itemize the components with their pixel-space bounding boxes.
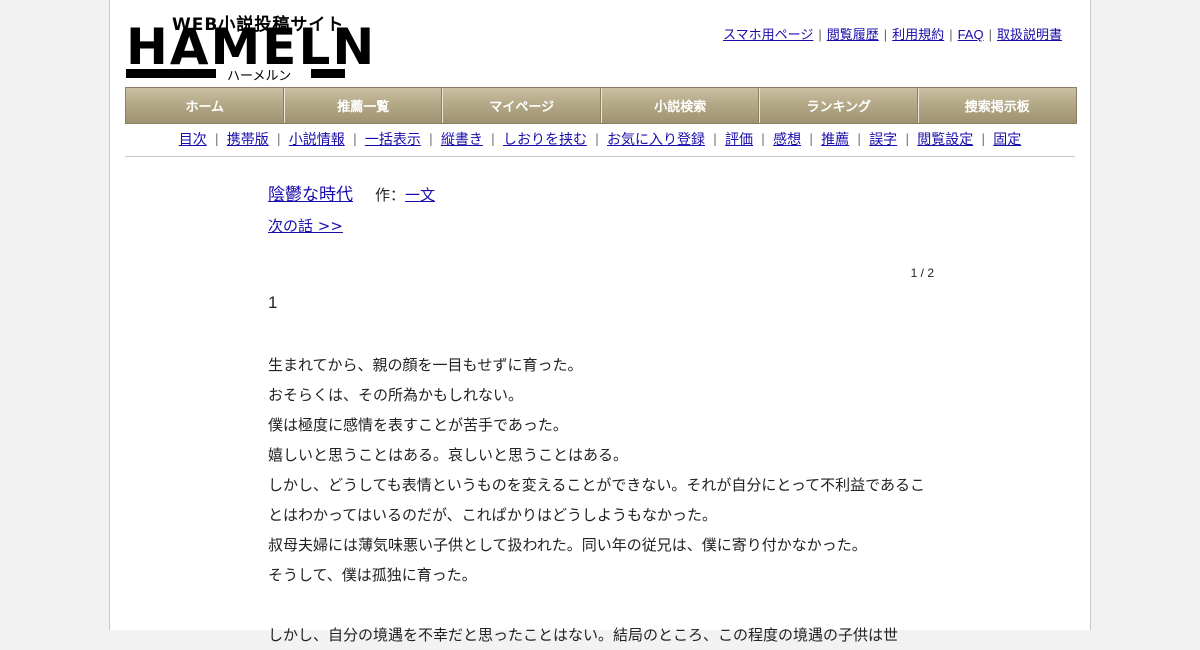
nav-home[interactable]: ホーム: [126, 88, 285, 123]
separator: |: [276, 132, 281, 146]
novel-title[interactable]: 陰鬱な時代: [268, 185, 353, 205]
subnav-fixed[interactable]: 固定: [993, 129, 1021, 149]
body-line: 僕は極度に感情を表すことが苦手であった。: [268, 416, 568, 434]
nav-recommendations[interactable]: 推薦一覧: [285, 88, 443, 123]
next-chapter-link[interactable]: 次の話 >>: [268, 217, 343, 235]
subnav-view-settings[interactable]: 閲覧設定: [917, 129, 973, 149]
subnav-info[interactable]: 小説情報: [289, 129, 345, 149]
subnav-bookmark[interactable]: しおりを挟む: [503, 129, 587, 149]
separator: |: [883, 27, 888, 42]
link-smartphone[interactable]: スマホ用ページ: [723, 27, 813, 42]
subnav-comments[interactable]: 感想: [773, 129, 801, 149]
next-chapter: 次の話 >>: [268, 215, 934, 236]
subnav-rating[interactable]: 評価: [725, 129, 753, 149]
body-line: 生まれてから、親の顔を一目もせずに育った。: [268, 356, 583, 374]
separator: |: [352, 132, 357, 146]
chapter-number: 1: [268, 293, 278, 312]
separator: |: [214, 132, 219, 146]
separator: |: [761, 132, 766, 146]
separator: |: [857, 132, 862, 146]
nav-mypage[interactable]: マイページ: [443, 88, 602, 123]
body-line: おそらくは、その所為かもしれない。: [268, 386, 524, 404]
title-row: 陰鬱な時代 作：一文: [268, 180, 934, 210]
page-count: 1 / 2: [910, 266, 934, 280]
body-line: 叔母夫婦には薄気味悪い子供として扱われた。同い年の従兄は、僕に寄り付かなかった。: [268, 536, 867, 554]
subnav-toc[interactable]: 目次: [179, 129, 207, 149]
separator: |: [981, 132, 986, 146]
subnav-all[interactable]: 一括表示: [365, 129, 421, 149]
separator: |: [594, 132, 599, 146]
page-container: WEB小説投稿サイト HAMELN ハーメルン スマホ用ページ | 閲覧履歴 | 利用規…: [109, 0, 1091, 644]
site-logo[interactable]: WEB小説投稿サイト HAMELN ハーメルン: [126, 10, 374, 84]
separator: |: [949, 27, 953, 42]
link-manual[interactable]: 取扱説明書: [997, 27, 1062, 42]
subnav-mobile[interactable]: 携帯版: [227, 129, 269, 149]
nav-search-board[interactable]: 捜索掲示板: [919, 88, 1077, 123]
novel-content: 陰鬱な時代 作：一文 次の話 >> 1 / 2 1 生まれてから、親の顔を一目もせ…: [268, 180, 934, 644]
logo-bar-left: [126, 69, 216, 78]
separator: |: [809, 132, 814, 146]
header-links: スマホ用ページ | 閲覧履歴 | 利用規約 | FAQ | 取扱説明書: [723, 24, 1062, 43]
separator: |: [905, 132, 910, 146]
separator: |: [988, 27, 992, 42]
link-faq[interactable]: FAQ: [958, 27, 984, 42]
body-line: とはわかってはいるのだが、これぱかりはどうしようもなかった。: [268, 506, 717, 524]
link-terms[interactable]: 利用規約: [892, 27, 944, 42]
novel-body: 生まれてから、親の顔を一目もせずに育った。 おそらくは、その所為かもしれない。 …: [268, 350, 934, 650]
subnav-vertical[interactable]: 縦書き: [441, 129, 483, 149]
body-line: 嬉しいと思うことはある。哀しいと思うことはある。: [268, 446, 629, 464]
body-line: そうして、僕は孤独に育った。: [268, 566, 477, 584]
novel-subnav: 目次 | 携帯版 | 小説情報 | 一括表示 | 縦書き | しおりを挟む | お気に入り登録 | 評価 | 感…: [125, 122, 1075, 157]
separator: |: [428, 132, 433, 146]
link-history[interactable]: 閲覧履歴: [827, 27, 879, 42]
author-link[interactable]: 一文: [405, 186, 435, 204]
separator: |: [818, 27, 822, 42]
nav-search[interactable]: 小説検索: [602, 88, 760, 123]
subnav-recommend[interactable]: 推薦: [821, 129, 849, 149]
separator: |: [713, 132, 718, 146]
author-prefix: 作：: [375, 186, 406, 204]
separator: |: [490, 132, 495, 146]
body-line: しかし、どうしても表情というものを変えることができない。それが自分にとって不利益…: [268, 476, 926, 494]
nav-ranking[interactable]: ランキング: [760, 88, 919, 123]
logo-kana: ハーメルン: [227, 69, 292, 84]
body-line: しかし、自分の境遇を不幸だと思ったことはない。結局のところ、この程度の境遇の子供…: [268, 626, 899, 644]
subnav-typo[interactable]: 誤字: [869, 129, 897, 149]
logo-bar-right: [311, 69, 345, 78]
main-nav: ホーム 推薦一覧 マイページ 小説検索 ランキング 捜索掲示板: [125, 87, 1077, 124]
subnav-favorite[interactable]: お気に入り登録: [607, 129, 705, 149]
